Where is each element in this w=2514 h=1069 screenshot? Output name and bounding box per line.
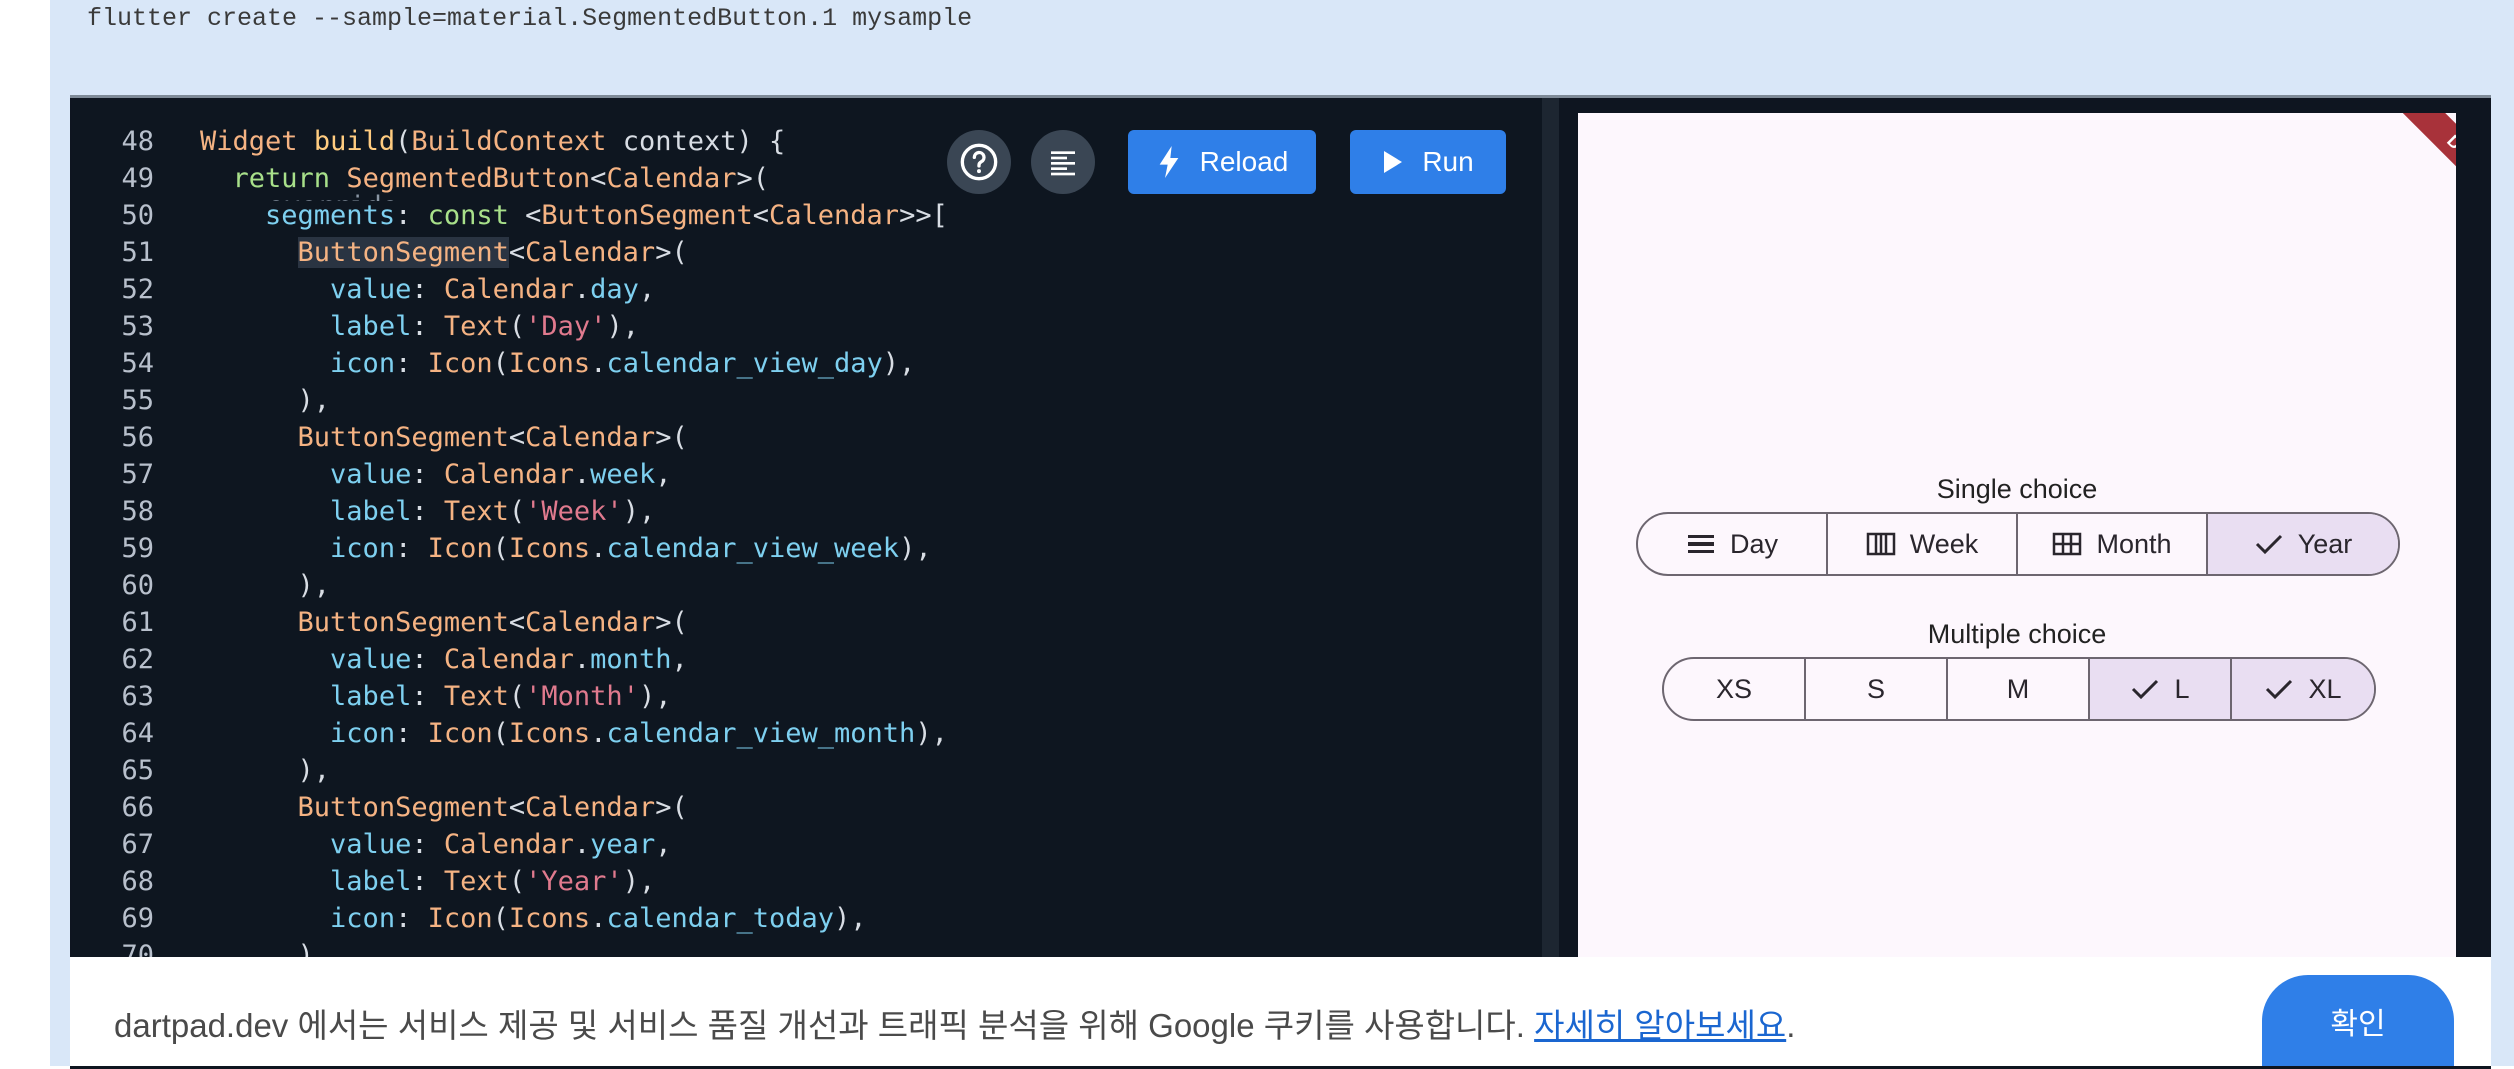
code-line[interactable]: ), [200,755,331,786]
confirm-button[interactable]: 확인 [2262,975,2454,1066]
line-number: 53 [121,311,154,342]
line-number: 69 [121,903,154,934]
segment-s[interactable]: S [1806,659,1948,719]
line-number: 60 [121,570,154,601]
segment-l[interactable]: L [2090,659,2232,719]
calendar-view-week-icon [1866,532,1895,556]
segment-label: Month [2096,528,2172,559]
code-line[interactable]: value: Calendar.year, [200,829,671,860]
line-number: 56 [121,422,154,453]
segment-xs[interactable]: XS [1664,659,1806,719]
code-line[interactable]: ButtonSegment<Calendar>( [200,237,688,268]
single-choice-segmented-button: Day Week Month Year [1636,512,2400,576]
help-button[interactable] [947,130,1011,194]
app-preview: DEBUG Single choice Day Week Month Year … [1578,113,2456,1066]
check-icon [2255,534,2282,555]
line-number: 67 [121,829,154,860]
code-line[interactable]: icon: Icon(Icons.calendar_today), [200,903,867,934]
line-number: 49 [121,163,154,194]
cookie-message: dartpad.dev 에서는 서비스 제공 및 서비스 품질 개선과 트래픽 … [114,999,1795,1047]
line-number: 61 [121,607,154,638]
line-number: 66 [121,792,154,823]
line-number: 50 [121,200,154,231]
code-line[interactable]: label: Text('Month'), [200,681,671,712]
calendar-view-day-icon [1687,535,1714,553]
check-icon [2132,679,2159,700]
code-line[interactable]: label: Text('Week'), [200,496,655,527]
code-line[interactable]: return SegmentedButton<Calendar>( [200,163,769,194]
code-line[interactable]: icon: Icon(Icons.calendar_view_week), [200,533,932,564]
calendar-view-month-icon [2053,532,2082,556]
line-number: 57 [121,459,154,490]
debug-banner: DEBUG [2388,113,2456,247]
segment-week[interactable]: Week [1828,514,2018,574]
segment-label: XS [1715,673,1753,704]
multiple-choice-segmented-button: XS S M L XL [1662,657,2376,721]
code-line[interactable]: segments: const <ButtonSegment<Calendar>… [200,200,948,231]
line-number: 52 [121,274,154,305]
learn-more-link[interactable]: 자세히 알아보세요 [1534,1007,1786,1044]
segment-year[interactable]: Year [2208,514,2398,574]
line-number: 58 [121,496,154,527]
reload-button[interactable]: Reload [1128,130,1316,194]
code-editor[interactable]: override 48Widget build(BuildContext con… [72,98,1542,1066]
code-line[interactable]: ButtonSegment<Calendar>( [200,422,688,453]
code-line[interactable]: ButtonSegment<Calendar>( [200,607,688,638]
play-icon [1384,151,1403,173]
code-line[interactable]: value: Calendar.week, [200,459,671,490]
line-number: 59 [121,533,154,564]
pane-splitter[interactable] [1542,98,1559,1066]
reload-label: Reload [1199,146,1289,177]
run-button[interactable]: Run [1350,130,1506,194]
line-number: 51 [121,237,154,268]
segment-month[interactable]: Month [2018,514,2208,574]
code-line[interactable]: ButtonSegment<Calendar>( [200,792,688,823]
code-line[interactable]: value: Calendar.day, [200,274,655,305]
check-icon [2266,679,2293,700]
run-label: Run [1422,146,1474,177]
code-line[interactable]: label: Text('Day'), [200,311,639,342]
multiple-choice-label: Multiple choice [1927,619,2107,649]
segment-label: S [1866,673,1885,704]
segment-label: Day [1729,528,1778,559]
help-icon [960,143,998,181]
command-text: flutter create --sample=material.Segment… [87,4,973,33]
line-number: 63 [121,681,154,712]
segment-m[interactable]: M [1948,659,2090,719]
line-number: 55 [121,385,154,416]
code-line[interactable]: ), [200,385,331,416]
code-line[interactable]: label: Text('Year'), [200,866,655,897]
line-number: 54 [121,348,154,379]
segment-label: Week [1909,528,1979,559]
code-line[interactable]: ), [200,570,331,601]
segment-label: XL [2308,673,2342,704]
line-number: 64 [121,718,154,749]
single-choice-label: Single choice [1936,474,2098,504]
format-icon [1051,151,1075,176]
cookie-text: dartpad.dev 에서는 서비스 제공 및 서비스 품질 개선과 트래픽 … [114,1007,1535,1044]
segment-label: L [2174,673,2190,704]
bolt-icon [1159,146,1178,178]
segment-xl[interactable]: XL [2232,659,2374,719]
segment-label: Year [2297,528,2353,559]
code-line[interactable]: value: Calendar.month, [200,644,688,675]
code-line[interactable]: icon: Icon(Icons.calendar_view_month), [200,718,948,749]
code-line[interactable]: Widget build(BuildContext context) { [200,126,785,157]
code-line[interactable]: icon: Icon(Icons.calendar_view_day), [200,348,915,379]
cookie-banner: dartpad.dev 에서는 서비스 제공 및 서비스 품질 개선과 트래픽 … [70,957,2491,1066]
format-button[interactable] [1031,130,1095,194]
segment-day[interactable]: Day [1638,514,1828,574]
line-number: 48 [121,126,154,157]
line-number: 62 [121,644,154,675]
line-number: 65 [121,755,154,786]
line-number: 68 [121,866,154,897]
segment-label: M [2006,673,2030,704]
cookie-suffix: . [1786,1007,1796,1044]
